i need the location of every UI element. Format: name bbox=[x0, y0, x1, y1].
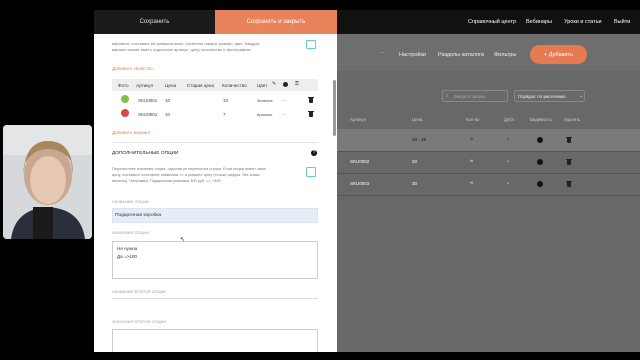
visibility-icon[interactable] bbox=[537, 181, 543, 187]
help-icon[interactable]: ? bbox=[311, 150, 317, 156]
variant-more[interactable]: ... bbox=[283, 97, 287, 102]
variant-price[interactable]: 10 bbox=[165, 112, 170, 117]
duplicate-icon[interactable]: ◔ bbox=[506, 159, 509, 165]
duplicate-icon[interactable]: ◔ bbox=[506, 181, 509, 187]
trash-icon[interactable] bbox=[566, 159, 572, 165]
catalog-settings-link[interactable]: Настройки bbox=[399, 52, 426, 58]
hide-icon[interactable] bbox=[283, 82, 288, 87]
col-price: Цена bbox=[165, 83, 177, 88]
row-sku: SKU0002 bbox=[350, 159, 370, 164]
nav-lessons[interactable]: Уроки и статьи bbox=[564, 10, 602, 34]
options-desc-3: валюты). Например: Подарочная упаковка 3… bbox=[112, 178, 221, 183]
row-divider bbox=[337, 173, 640, 174]
save-and-close-button[interactable]: Сохранить и закрыть bbox=[215, 10, 337, 34]
col-color: Цвет bbox=[257, 83, 268, 88]
intro-text-1: варианте: поставьте её флажком вниз. Сво… bbox=[112, 41, 260, 46]
option2-name-input[interactable] bbox=[112, 298, 318, 299]
visibility-icon[interactable] bbox=[537, 159, 543, 165]
col-old-price: Старая цена bbox=[187, 83, 215, 88]
row-divider bbox=[337, 195, 640, 196]
option-name-value: Подарочная коробка bbox=[115, 213, 162, 218]
image-upload-icon[interactable] bbox=[306, 40, 316, 49]
option-values-label: ЗНАЧЕНИЯ ОПЦИИ bbox=[112, 231, 149, 235]
col-sku: Артикул bbox=[136, 83, 154, 88]
catalog-filters-link[interactable]: Фильтры bbox=[494, 52, 516, 58]
catalog-search-input[interactable]: ⌕ Введите запрос bbox=[442, 90, 508, 102]
intro-text-2: вариант может иметь отдельные артикул, ц… bbox=[112, 47, 252, 52]
variant-qty[interactable]: 10 bbox=[223, 98, 228, 103]
row-divider bbox=[337, 151, 640, 152]
nav-webinars[interactable]: Вебинары bbox=[526, 10, 552, 34]
editor-scrollbar[interactable] bbox=[333, 80, 336, 136]
option-value-line-1: Не нужна bbox=[117, 246, 138, 251]
more-menu[interactable]: ··· bbox=[379, 50, 385, 56]
option2-values-label: ЗНАЧЕНИЯ ВТОРОЙ ОПЦИИ bbox=[112, 320, 167, 324]
col-duplicate: Дубл. bbox=[504, 117, 516, 122]
visibility-icon[interactable] bbox=[537, 137, 543, 143]
add-product-button[interactable]: + Добавить bbox=[530, 45, 587, 64]
variant-color[interactable]: Зеленое bbox=[257, 98, 273, 103]
variant-photo[interactable] bbox=[121, 109, 129, 117]
row-price: 20 bbox=[412, 159, 418, 164]
options-desc-1: Перечислите значения опции, отделяя их п… bbox=[112, 166, 266, 171]
search-icon: ⌕ bbox=[446, 93, 449, 98]
top-bar: Сохранить Сохранить и закрыть Справочный… bbox=[94, 10, 640, 34]
nav-help-center[interactable]: Справочный центр bbox=[468, 10, 516, 34]
col-visibility: Видимость bbox=[530, 117, 552, 122]
col-sku: Артикул bbox=[350, 117, 367, 122]
mouse-cursor-icon: ↖ bbox=[180, 237, 186, 243]
trash-icon[interactable] bbox=[308, 97, 314, 103]
variant-sku[interactable]: SKU0001 bbox=[138, 112, 157, 117]
duplicate-icon[interactable]: ◔ bbox=[506, 137, 509, 143]
catalog-overlay bbox=[337, 34, 640, 352]
row-qty: ∞ bbox=[470, 158, 474, 163]
nav-logout[interactable]: Выйти bbox=[614, 10, 630, 34]
trash-icon[interactable] bbox=[566, 137, 572, 143]
option-name-label: НАЗВАНИЕ ОПЦИИ bbox=[112, 200, 149, 204]
option2-name-label: НАЗВАНИЕ ВТОРОЙ ОПЦИИ bbox=[112, 290, 167, 294]
option-values-textarea[interactable]: Не нужна Да =>100 bbox=[112, 241, 318, 279]
col-photo: Фото bbox=[118, 83, 129, 88]
variant-qty[interactable]: 7 bbox=[223, 112, 226, 117]
options-desc-2: цену, поставьте сочетание символов => и … bbox=[112, 172, 260, 177]
col-qty: Количество bbox=[222, 83, 247, 88]
row-qty: ∞ bbox=[470, 180, 474, 185]
pencil-icon[interactable]: ✎ bbox=[272, 81, 276, 87]
sort-select-value: Порядок: по умолчанию bbox=[518, 94, 566, 99]
col-qty: Кол-во bbox=[466, 117, 480, 122]
variant-price[interactable]: 10 bbox=[165, 98, 170, 103]
row-price: 10 - 15 bbox=[412, 137, 427, 142]
key-icon[interactable]: ⚿ bbox=[295, 81, 299, 87]
col-price: Цена bbox=[412, 117, 423, 122]
option2-values-textarea[interactable] bbox=[112, 329, 318, 352]
chevron-down-icon: ⌄ bbox=[579, 93, 583, 98]
add-variant-link[interactable]: Добавить вариант bbox=[112, 130, 151, 135]
col-delete: Удалить bbox=[564, 117, 581, 122]
trash-icon[interactable] bbox=[566, 181, 572, 187]
divider bbox=[112, 142, 318, 143]
catalog-sections-link[interactable]: Разделы каталога bbox=[438, 52, 484, 58]
row-qty: ∞ bbox=[470, 136, 474, 141]
options-title: ДОПОЛНИТЕЛЬНЫЕ ОПЦИИ bbox=[112, 151, 179, 156]
variant-sku[interactable]: SKU0001 bbox=[138, 98, 157, 103]
search-placeholder: Введите запрос bbox=[454, 94, 486, 99]
image-upload-icon[interactable] bbox=[306, 167, 316, 177]
option-value-line-2: Да =>100 bbox=[117, 254, 137, 259]
row-sku: SKU0003 bbox=[350, 181, 370, 186]
table-row[interactable] bbox=[337, 129, 640, 151]
save-button[interactable]: Сохранить bbox=[94, 10, 215, 34]
sort-select[interactable]: Порядок: по умолчанию ⌄ bbox=[514, 90, 585, 102]
variant-color[interactable]: Красное bbox=[257, 112, 272, 117]
variant-more[interactable]: ... bbox=[283, 111, 287, 116]
row-price: 30 bbox=[412, 181, 418, 186]
add-property-link[interactable]: Добавить свойство bbox=[112, 66, 153, 71]
trash-icon[interactable] bbox=[308, 111, 314, 117]
app-window: Сохранить Сохранить и закрыть Справочный… bbox=[94, 10, 640, 352]
webcam-video bbox=[3, 125, 92, 239]
option-name-input[interactable]: Подарочная коробка bbox=[112, 208, 318, 223]
product-editor-panel: варианте: поставьте её флажком вниз. Сво… bbox=[94, 34, 337, 352]
variant-photo[interactable] bbox=[121, 95, 129, 103]
